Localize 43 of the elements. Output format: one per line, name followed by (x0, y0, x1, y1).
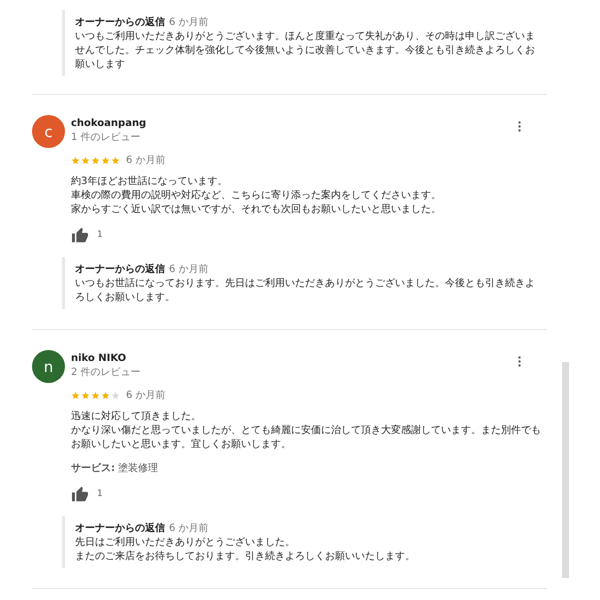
review-count: 2 件のレビュー (71, 366, 141, 380)
star-icon (71, 156, 80, 164)
avatar[interactable]: c (32, 115, 65, 148)
star-icon (91, 156, 100, 164)
review-count: 1 件のレビュー (71, 131, 142, 145)
reply-label: オーナーからの返信 (75, 16, 165, 30)
reply-label: オーナーからの返信 (75, 522, 165, 536)
reply-time: 6 か月前 (169, 522, 209, 536)
review-text: 約3年ほどお世話になっています。 (71, 175, 228, 189)
service-info: サービス: 塗装修理 (71, 462, 160, 476)
reply-label: オーナーからの返信 (75, 263, 165, 277)
reviewer-name[interactable]: chokoanpang (71, 117, 146, 131)
like-count: 1 (97, 489, 103, 499)
review-time: 6 か月前 (126, 154, 166, 167)
review-text: 迅速に対応して頂きました。 (71, 410, 202, 424)
star-icon (81, 390, 90, 400)
review-text: 車検の際の費用の説明や対応など、こちらに寄り添った案内をしてくださいます。 (71, 189, 442, 203)
star-icon (71, 390, 80, 400)
review-text: 家からすごく近い訳では無いですが、それでも次回もお願いしたいと思いました。 (71, 203, 442, 217)
star-icon (101, 390, 110, 400)
star-icon (101, 156, 110, 164)
avatar-initial: n (44, 358, 54, 376)
avatar[interactable]: n (32, 350, 65, 383)
reply-text: またのご来店をお待ちしております。引き続きよろしくお願いいたします。 (75, 550, 416, 564)
like-count: 1 (97, 230, 103, 240)
more-options-icon[interactable] (518, 121, 521, 132)
reply-text: いつもご利用いただきありがとうございます。ほんと度重なって失礼があり、その時は申し訳ございませんでした。チェック体制を強化して今後無いように改善していきます。今後とも引き続きよろしくお願いします (75, 30, 536, 72)
scrollbar[interactable] (562, 362, 569, 578)
review-text: かなり深い傷だと思っていましたが、とても綺麗に安価に治して頂き大変感謝しています。また別件でもお願いしたいと思います。宜しくお願いします。 (71, 424, 542, 452)
reply-time: 6 か月前 (169, 16, 209, 30)
review-time: 6 か月前 (126, 389, 166, 402)
avatar-initial: c (44, 122, 53, 140)
reply-text: 先日はご利用いただきありがとうございました。 (75, 536, 296, 550)
star-icon (81, 156, 90, 164)
reply-time: 6 か月前 (169, 263, 209, 277)
star-icon (111, 390, 120, 400)
thumbs-up-icon[interactable] (71, 486, 89, 502)
reply-text: いつもお世話になっております。先日はご利用いただきありがとうございました。今後とも引き続きよろしくお願いします。 (75, 277, 536, 305)
star-icon (91, 390, 100, 400)
star-icon (111, 156, 120, 164)
thumbs-up-icon[interactable] (71, 227, 89, 243)
more-options-icon[interactable] (518, 356, 521, 367)
reviewer-name[interactable]: niko NIKO (71, 352, 141, 366)
